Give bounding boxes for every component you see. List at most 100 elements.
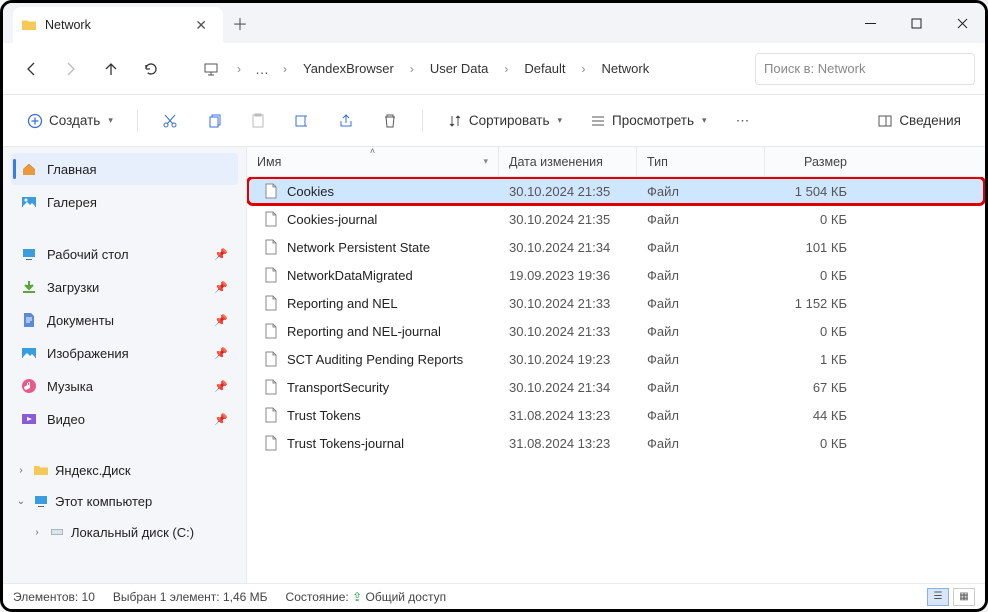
close-button[interactable] [939,3,985,43]
file-size-cell: 1 152 КБ [765,296,857,311]
column-headers: ˄Имя▾ Дата изменения Тип Размер [247,147,985,177]
sidebar-label: Этот компьютер [55,494,152,509]
file-icon [263,211,279,227]
sidebar-item-pictures[interactable]: Изображения📌 [11,337,238,369]
breadcrumb[interactable]: Default [516,55,573,82]
chevron-down-icon: ▾ [108,115,113,126]
file-type-cell: Файл [637,212,765,227]
breadcrumb[interactable]: YandexBrowser [295,55,402,82]
share-button[interactable] [328,104,364,138]
search-input[interactable]: Поиск в: Network [755,53,975,85]
file-row[interactable]: TransportSecurity30.10.2024 21:34Файл67 … [247,373,985,401]
file-date-cell: 30.10.2024 21:35 [499,184,637,199]
copy-button[interactable] [196,104,232,138]
selection-info: Выбран 1 элемент: 1,46 МБ [113,590,268,604]
sidebar-label: Яндекс.Диск [55,463,131,478]
file-type-cell: Файл [637,380,765,395]
file-date-cell: 30.10.2024 21:33 [499,324,637,339]
col-label: Имя [257,155,281,169]
rename-button[interactable] [284,104,320,138]
sidebar-item-thispc[interactable]: ⌄Этот компьютер [11,486,238,516]
forward-button[interactable] [53,51,89,87]
refresh-button[interactable] [133,51,169,87]
file-size-cell: 1 КБ [765,352,857,367]
view-button[interactable]: Просмотреть ▾ [580,104,716,138]
file-row[interactable]: SCT Auditing Pending Reports30.10.2024 1… [247,345,985,373]
path-overflow[interactable]: … [249,61,275,77]
sort-label: Сортировать [469,113,550,128]
pin-icon: 📌 [214,248,228,261]
maximize-button[interactable] [893,3,939,43]
navigation-pane[interactable]: Главная Галерея Рабочий стол📌 Загрузки📌 … [3,147,247,583]
more-button[interactable]: ⋯ [725,104,761,138]
minimize-button[interactable] [847,3,893,43]
sidebar-label: Изображения [47,346,129,361]
breadcrumb[interactable]: Network [594,55,658,82]
file-type-cell: Файл [637,296,765,311]
file-icon [263,323,279,339]
file-icon [263,239,279,255]
chevron-icon: › [233,62,245,76]
sidebar-item-downloads[interactable]: Загрузки📌 [11,271,238,303]
sidebar-item-yadisk[interactable]: › Яндекс.Диск [11,455,238,485]
file-row[interactable]: Cookies-journal30.10.2024 21:35Файл0 КБ [247,205,985,233]
file-date-cell: 31.08.2024 13:23 [499,408,637,423]
icons-view-button[interactable]: ▦ [953,588,975,606]
filter-icon[interactable]: ▾ [483,156,488,167]
column-size[interactable]: Размер [765,147,857,176]
file-type-cell: Файл [637,352,765,367]
column-date[interactable]: Дата изменения [499,147,637,176]
sidebar-item-localdisk[interactable]: ›Локальный диск (C:) [11,517,238,547]
chevron-icon: › [406,62,418,76]
window-tab[interactable]: Network ✕ [13,7,223,43]
file-name-cell: Cookies [253,183,499,199]
file-row[interactable]: Reporting and NEL30.10.2024 21:33Файл1 1… [247,289,985,317]
separator [422,110,423,132]
file-date-cell: 30.10.2024 21:35 [499,212,637,227]
sidebar-item-gallery[interactable]: Галерея [11,186,238,218]
details-view-button[interactable]: ☰ [927,588,949,606]
breadcrumb[interactable]: User Data [422,55,497,82]
tab-close-button[interactable]: ✕ [189,15,213,36]
file-rows[interactable]: Cookies30.10.2024 21:35Файл1 504 КБCooki… [247,177,985,583]
file-row[interactable]: NetworkDataMigrated19.09.2023 19:36Файл0… [247,261,985,289]
search-placeholder: Поиск в: Network [764,61,865,76]
sort-button[interactable]: Сортировать ▾ [437,104,572,138]
back-button[interactable] [13,51,49,87]
file-name-cell: TransportSecurity [253,379,499,395]
chevron-icon: › [500,62,512,76]
details-pane-button[interactable]: Сведения [867,104,971,138]
sidebar-item-documents[interactable]: Документы📌 [11,304,238,336]
up-button[interactable] [93,51,129,87]
expand-icon: › [15,465,27,476]
delete-button[interactable] [372,104,408,138]
cut-button[interactable] [152,104,188,138]
file-type-cell: Файл [637,184,765,199]
file-date-cell: 30.10.2024 21:34 [499,240,637,255]
sidebar-item-home[interactable]: Главная [11,153,238,185]
column-name[interactable]: ˄Имя▾ [247,147,499,176]
shared-label: Общий доступ [365,590,446,604]
address-bar: › … › YandexBrowser › User Data › Defaul… [3,43,985,95]
file-row[interactable]: Network Persistent State30.10.2024 21:34… [247,233,985,261]
view-label: Просмотреть [612,113,694,128]
paste-button[interactable] [240,104,276,138]
sidebar-item-desktop[interactable]: Рабочий стол📌 [11,238,238,270]
file-date-cell: 30.10.2024 21:33 [499,296,637,311]
file-row[interactable]: Trust Tokens-journal31.08.2024 13:23Файл… [247,429,985,457]
pin-icon: 📌 [214,413,228,426]
state-info: Состояние: ⇪ Общий доступ [286,590,447,604]
new-button[interactable]: Создать ▾ [17,104,123,138]
new-tab-button[interactable]: ＋ [223,3,257,43]
column-type[interactable]: Тип [637,147,765,176]
pc-icon[interactable] [193,51,229,87]
pin-icon: 📌 [214,281,228,294]
sidebar-item-music[interactable]: Музыка📌 [11,370,238,402]
file-row[interactable]: Trust Tokens31.08.2024 13:23Файл44 КБ [247,401,985,429]
file-type-cell: Файл [637,240,765,255]
file-row[interactable]: Reporting and NEL-journal30.10.2024 21:3… [247,317,985,345]
file-icon [263,295,279,311]
file-row[interactable]: Cookies30.10.2024 21:35Файл1 504 КБ [247,177,985,205]
file-name-cell: Reporting and NEL [253,295,499,311]
sidebar-item-videos[interactable]: Видео📌 [11,403,238,435]
